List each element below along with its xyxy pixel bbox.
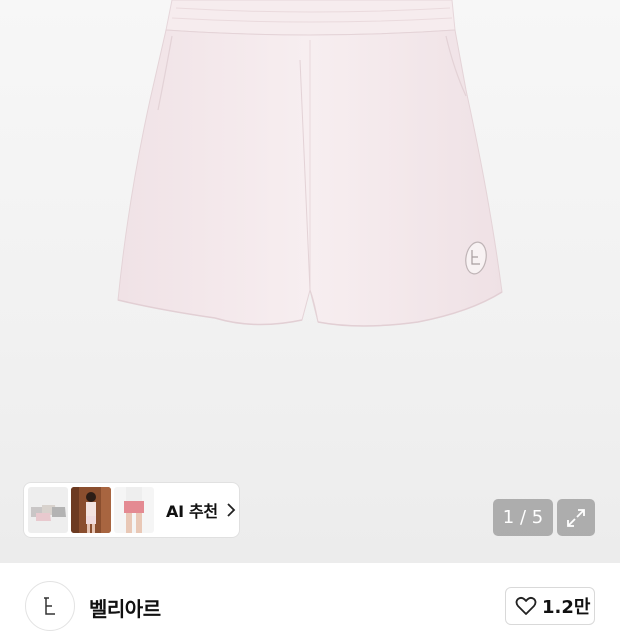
heart-icon	[515, 596, 537, 615]
brand-name[interactable]: 벨리아르	[89, 593, 161, 622]
like-button[interactable]: 1.2만	[505, 587, 595, 625]
product-image-gallery[interactable]: AI 추천 1 / 5	[0, 0, 620, 563]
brand-logo[interactable]	[25, 581, 75, 631]
like-count: 1.2만	[542, 597, 591, 618]
expand-icon	[567, 508, 585, 527]
ai-recommend-label[interactable]: AI 추천	[166, 498, 218, 522]
thumbnail-shorts-colors[interactable]	[28, 487, 68, 533]
brand-row: 벨리아르 1.2만	[0, 563, 620, 631]
product-image[interactable]	[0, 0, 620, 563]
thumbnail-model-pink-shorts[interactable]	[114, 487, 154, 533]
brand-monogram-icon	[44, 597, 55, 615]
ai-recommend-widget[interactable]: AI 추천	[24, 483, 239, 537]
expand-button[interactable]	[557, 499, 595, 536]
page-indicator: 1 / 5	[493, 499, 553, 536]
thumbnail-model-doorway[interactable]	[71, 487, 111, 533]
chevron-right-icon	[227, 503, 236, 517]
